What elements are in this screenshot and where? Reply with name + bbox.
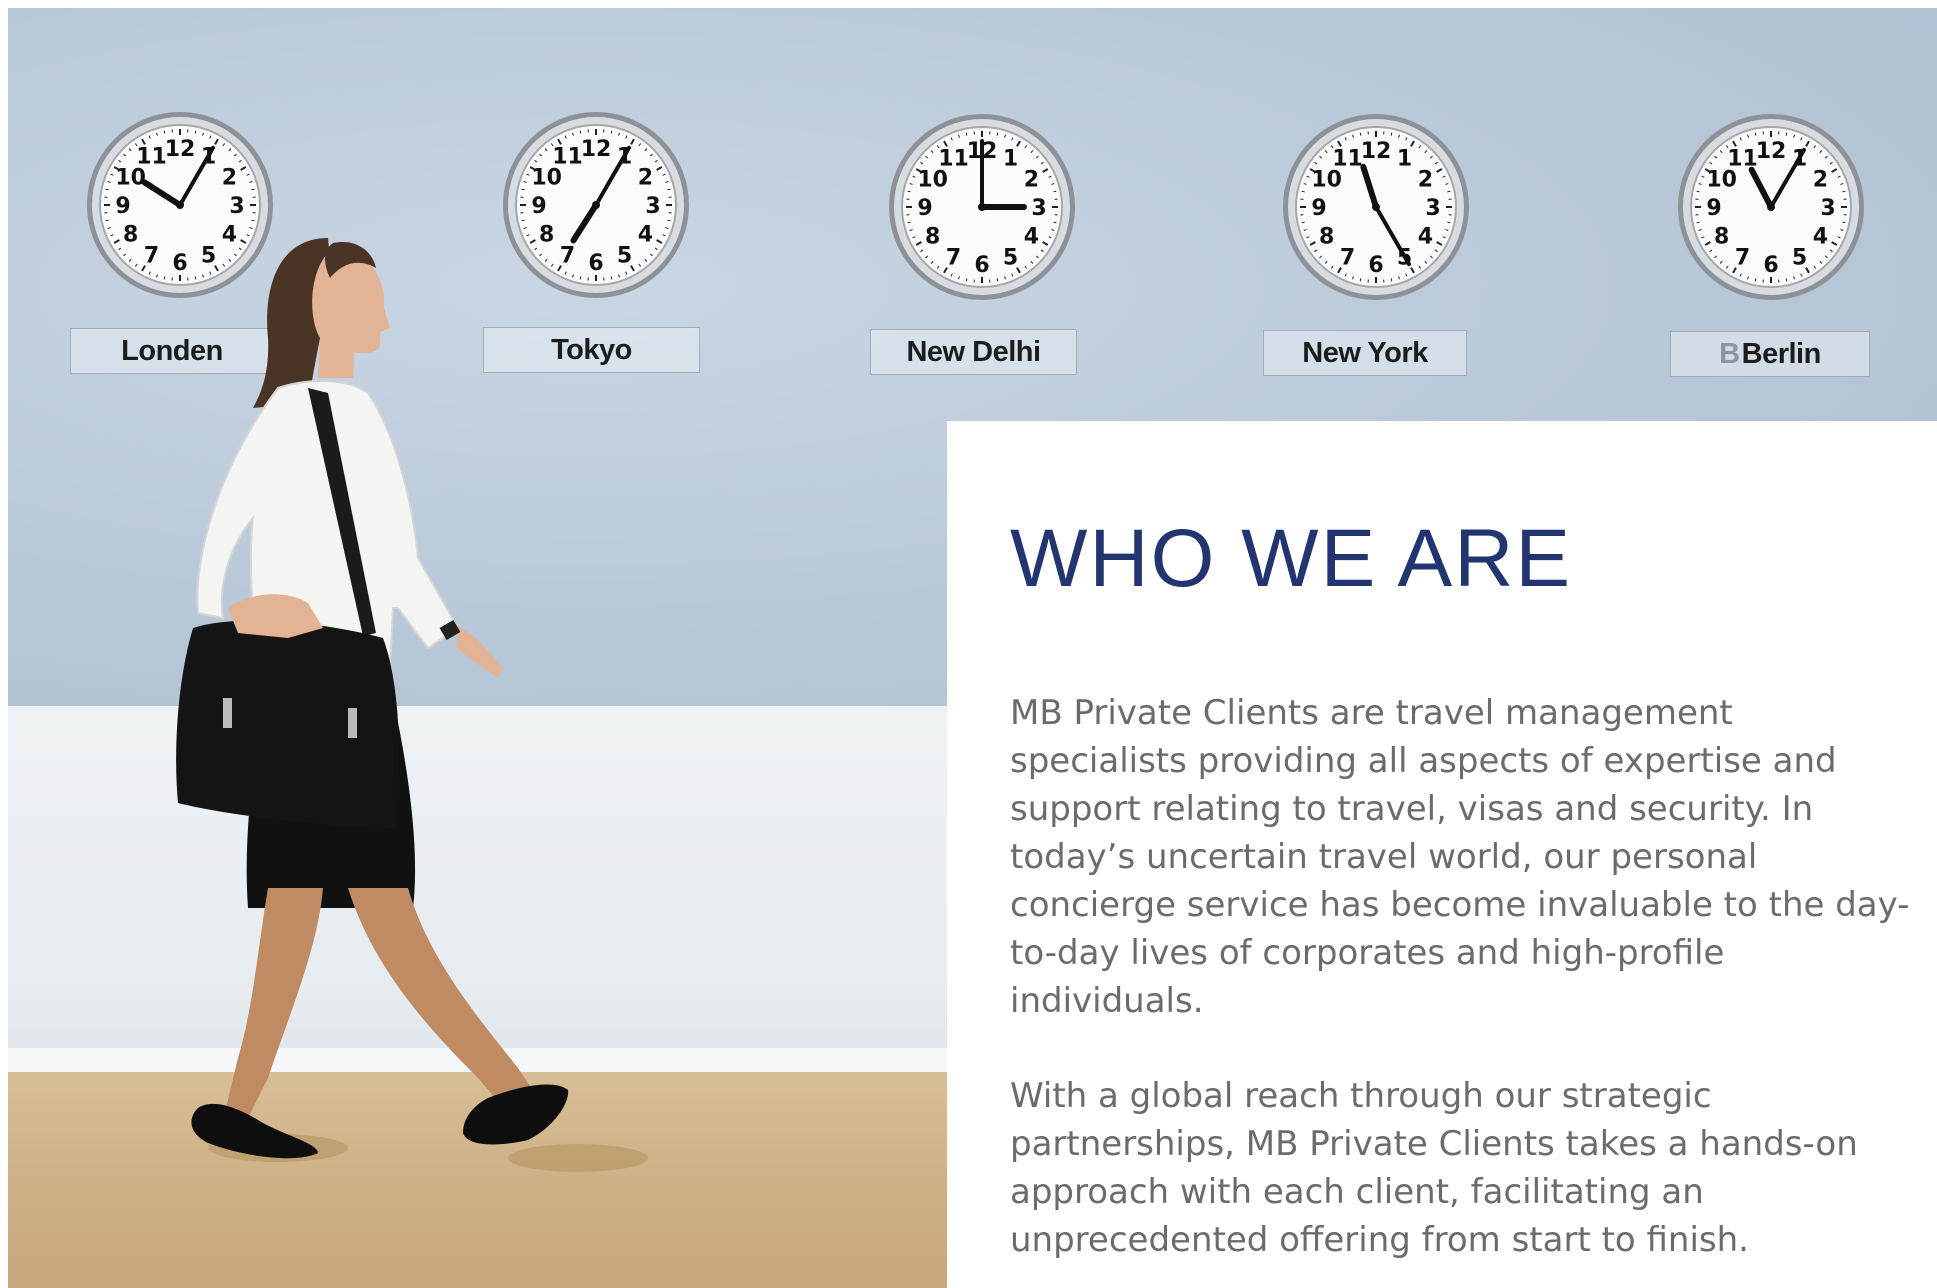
clock-numeral: 3	[645, 194, 660, 219]
clock-numeral: 12	[165, 137, 196, 162]
clock-numeral: 7	[1340, 245, 1355, 270]
clock-tick	[965, 132, 968, 136]
clock-tick	[996, 132, 999, 136]
clock-tick	[194, 130, 197, 134]
clock-berlin: 123456789101112	[1676, 112, 1866, 302]
clock-numeral: 11	[1332, 147, 1363, 172]
clock-numeral: 11	[552, 145, 583, 170]
clock-numeral: 8	[925, 225, 940, 250]
clock-numeral: 9	[1311, 196, 1326, 221]
clock-tick	[1053, 221, 1057, 224]
clock-tick	[907, 190, 911, 193]
clock-tick	[1301, 190, 1305, 193]
faded-plate-letter: B	[1719, 337, 1740, 370]
clock-numeral: 7	[1735, 245, 1750, 270]
intro-paragraph: MB Private Clients are travel management…	[1010, 693, 1910, 1021]
clock-tick	[667, 188, 671, 191]
city-plate-new-york: New York	[1263, 330, 1467, 376]
city-label: New York	[1302, 336, 1428, 369]
clock-numeral: 6	[1368, 253, 1383, 278]
clock-numeral: 1	[1397, 147, 1412, 172]
businesswoman-figure	[176, 238, 648, 1172]
clock-tick	[1842, 190, 1846, 193]
clock-tick	[1785, 132, 1788, 136]
clock-tick	[163, 130, 166, 134]
clock-center	[1372, 203, 1380, 211]
clock-numeral: 3	[229, 194, 244, 219]
clock-numeral: 5	[1003, 245, 1018, 270]
clock-tick	[1696, 221, 1700, 224]
clock-tick	[1053, 190, 1057, 193]
clock-numeral: 4	[1024, 225, 1039, 250]
clock-center	[592, 201, 600, 209]
clock-tick	[1696, 190, 1700, 193]
reach-paragraph: With a global reach through our strategi…	[1010, 1076, 1858, 1260]
clock-numeral: 4	[1418, 225, 1433, 250]
clock-numeral: 7	[144, 243, 159, 268]
clock-tick	[996, 278, 999, 282]
clock-tick	[1785, 278, 1788, 282]
clock-tick	[579, 130, 582, 134]
clock-numeral: 3	[1425, 196, 1440, 221]
city-label: New Delhi	[906, 335, 1041, 368]
clock-tick	[1447, 190, 1451, 193]
city-plate-berlin: B Berlin	[1670, 331, 1870, 377]
clock-tick	[610, 130, 613, 134]
city-plate-new-delhi: New Delhi	[870, 329, 1077, 375]
clock-numeral: 12	[581, 137, 612, 162]
clock-tick	[105, 219, 109, 222]
clock-numeral: 6	[974, 253, 989, 278]
clock-tick	[1842, 221, 1846, 224]
clock-numeral: 11	[938, 147, 969, 172]
clock-numeral: 8	[1319, 225, 1334, 250]
clock-tick	[1359, 132, 1362, 136]
clock-tick	[105, 188, 109, 191]
clock-tick	[521, 188, 525, 191]
clock-tick	[1754, 132, 1757, 136]
city-label: Berlin	[1741, 337, 1822, 370]
clock-tick	[251, 188, 255, 191]
clock-numeral: 2	[222, 166, 237, 191]
clock-tick	[907, 221, 911, 224]
clock-tick	[965, 278, 968, 282]
clock-tick	[1301, 221, 1305, 224]
clock-new-york: 123456789101112	[1281, 112, 1471, 302]
clock-tick	[1359, 278, 1362, 282]
clock-new-delhi: 123456789101112	[887, 112, 1077, 302]
section-heading: WHO WE ARE	[1010, 513, 1573, 604]
clock-numeral: 11	[136, 145, 167, 170]
clock-numeral: 6	[1763, 253, 1778, 278]
clock-numeral: 9	[917, 196, 932, 221]
clock-numeral: 2	[1024, 168, 1039, 193]
clock-numeral: 12	[1361, 139, 1392, 164]
clock-numeral: 8	[123, 223, 138, 248]
clock-numeral: 3	[1820, 196, 1835, 221]
clock-numeral: 3	[1031, 196, 1046, 221]
clock-numeral: 2	[1418, 168, 1433, 193]
clock-numeral: 2	[638, 166, 653, 191]
clock-tick	[1447, 221, 1451, 224]
clock-center	[176, 201, 184, 209]
clock-tick	[521, 219, 525, 222]
clock-tick	[1390, 278, 1393, 282]
clock-numeral: 1	[1003, 147, 1018, 172]
clock-tick	[1390, 132, 1393, 136]
clock-numeral: 2	[1813, 168, 1828, 193]
clock-numeral: 8	[1714, 225, 1729, 250]
clock-tick	[667, 219, 671, 222]
clock-tick	[251, 219, 255, 222]
clock-center	[978, 203, 986, 211]
clock-center	[1767, 203, 1775, 211]
clock-numeral: 4	[1813, 225, 1828, 250]
clock-numeral: 5	[1792, 245, 1807, 270]
clock-numeral: 9	[115, 194, 130, 219]
clock-tick	[1754, 278, 1757, 282]
clock-numeral: 12	[1756, 139, 1787, 164]
clock-numeral: 7	[946, 245, 961, 270]
clock-numeral: 9	[1706, 196, 1721, 221]
clock-numeral: 9	[531, 194, 546, 219]
